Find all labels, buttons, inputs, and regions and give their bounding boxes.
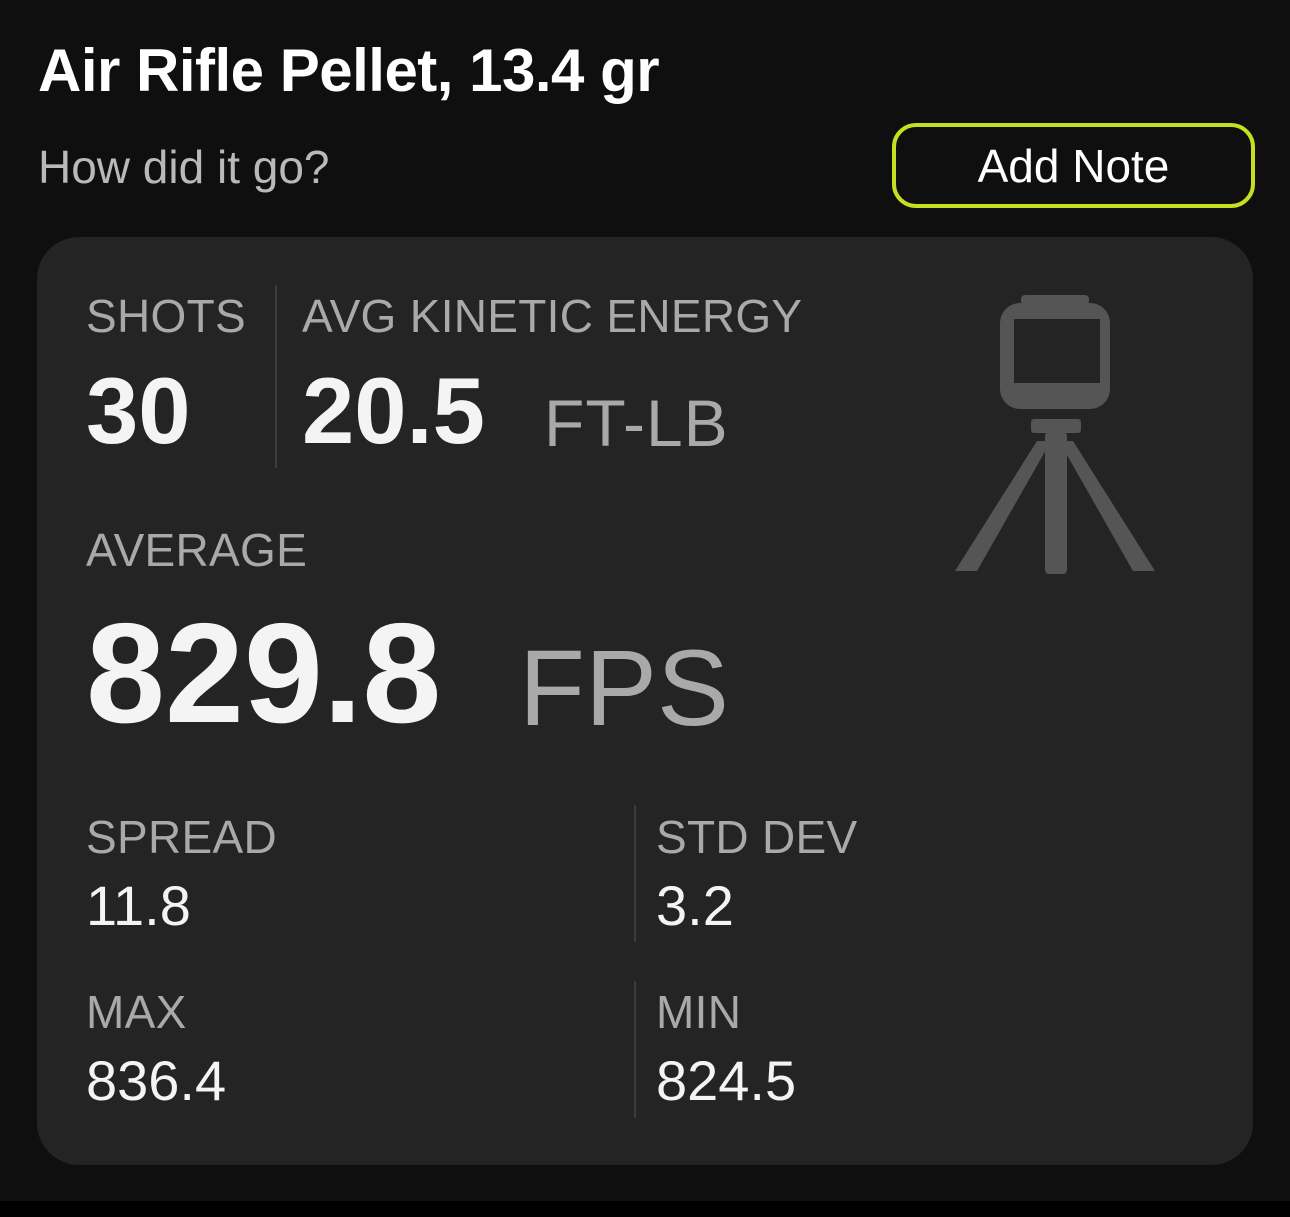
stats-divider-top: [634, 805, 636, 942]
session-summary-screen: Air Rifle Pellet, 13.4 gr How did it go?…: [0, 0, 1290, 1201]
min-value: 824.5: [656, 1049, 797, 1112]
stats-card: SHOTS 30 AVG KINETIC ENERGY 20.5 FT-LB A…: [37, 237, 1253, 1165]
std-dev-label: STD DEV: [656, 811, 858, 863]
spread-value: 11.8: [86, 874, 191, 937]
spread-label: SPREAD: [86, 811, 277, 863]
average-label: AVERAGE: [86, 524, 308, 576]
avg-kinetic-energy-label: AVG KINETIC ENERGY: [302, 290, 803, 342]
stats-divider-bottom: [634, 981, 636, 1118]
average-unit: FPS: [519, 627, 730, 748]
add-note-button[interactable]: Add Note: [892, 123, 1255, 208]
max-label: MAX: [86, 986, 187, 1038]
summary-divider: [275, 285, 277, 468]
avg-kinetic-energy-unit: FT-LB: [544, 386, 729, 460]
avg-kinetic-energy-value: 20.5: [302, 358, 485, 463]
std-dev-value: 3.2: [656, 874, 734, 937]
shots-value: 30: [86, 358, 191, 463]
max-value: 836.4: [86, 1049, 227, 1112]
shots-label: SHOTS: [86, 290, 246, 342]
page-title: Air Rifle Pellet, 13.4 gr: [38, 37, 660, 104]
chronograph-tripod-icon: [955, 295, 1155, 574]
min-label: MIN: [656, 986, 742, 1038]
note-prompt: How did it go?: [38, 141, 330, 193]
average-value: 829.8: [86, 594, 442, 753]
